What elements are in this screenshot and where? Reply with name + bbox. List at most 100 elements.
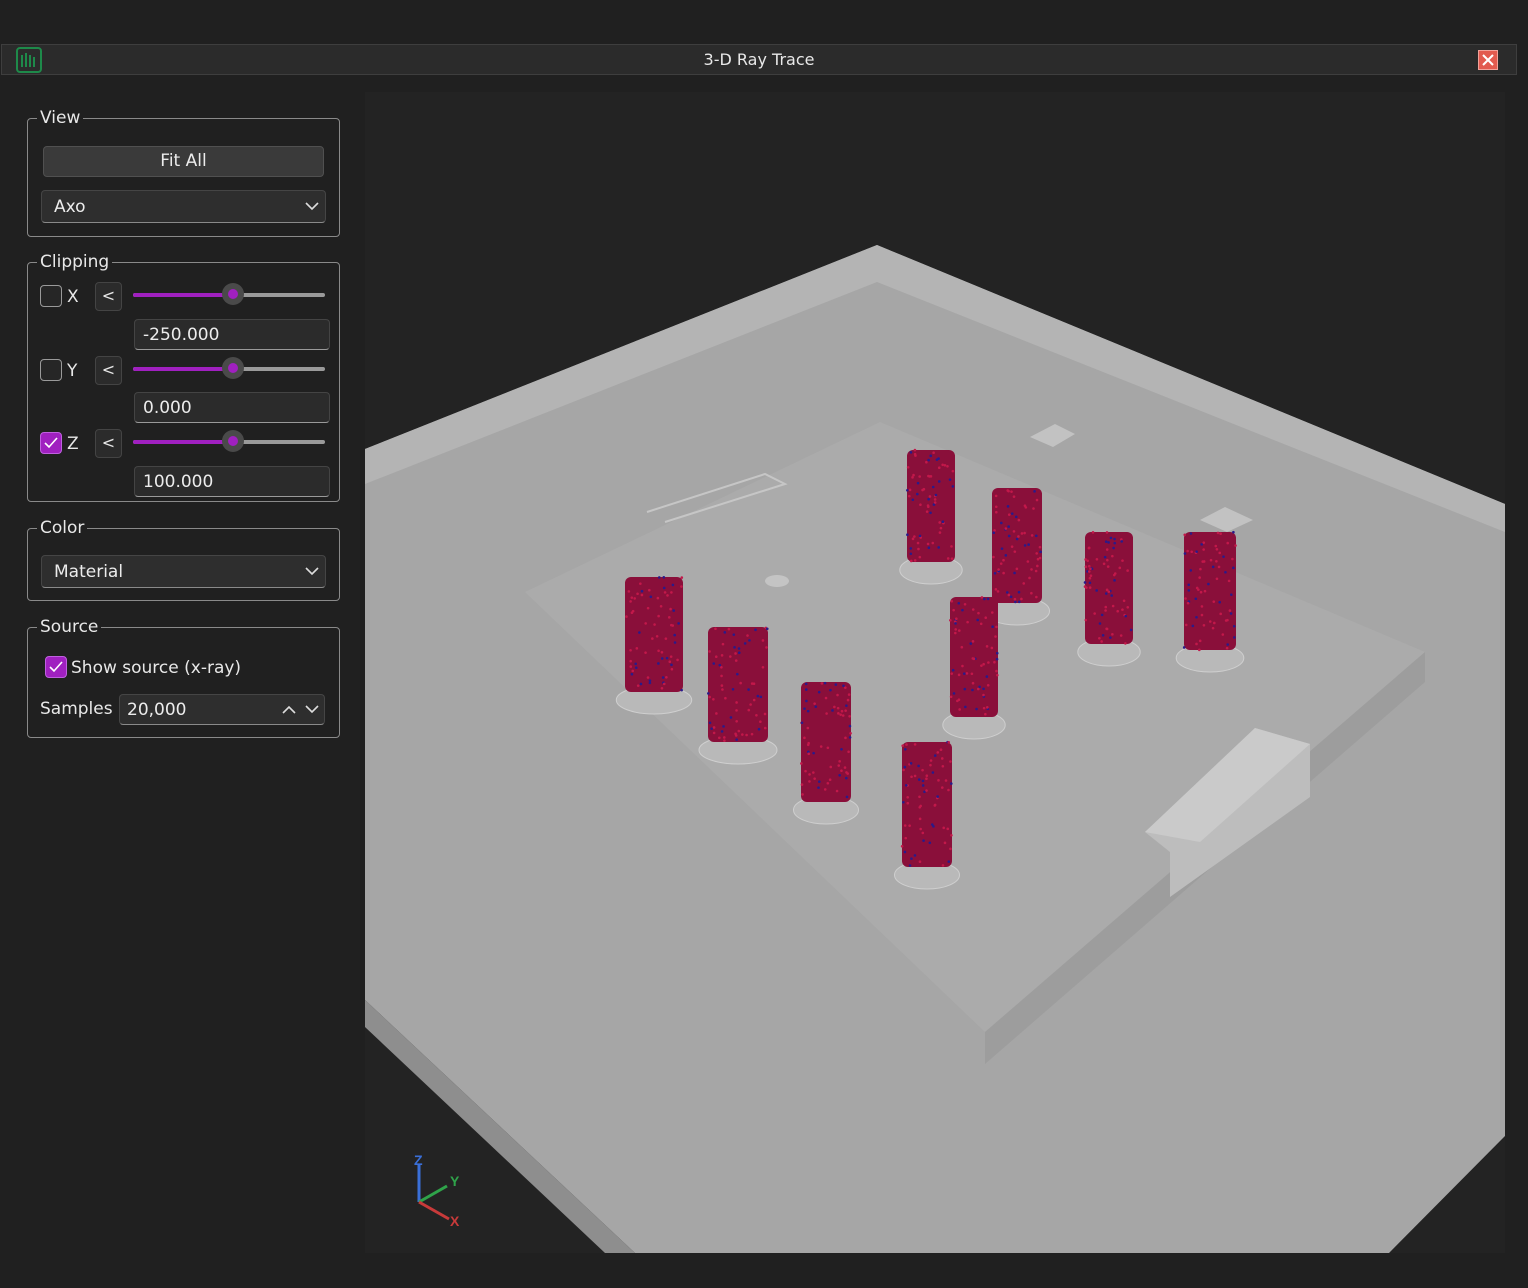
clip-x-slider[interactable] — [133, 283, 325, 305]
3d-viewport[interactable]: Z Y X — [365, 92, 1505, 1253]
color-mode-select[interactable]: Material — [41, 555, 326, 588]
particle-dot — [983, 597, 986, 601]
particle-dot — [905, 743, 908, 746]
particle-dot — [1083, 581, 1087, 584]
particle-dot — [952, 608, 955, 612]
clip-z-slider-thumb[interactable] — [221, 430, 244, 452]
particle-dot — [1218, 551, 1222, 555]
clip-y-direction-button[interactable]: < — [95, 356, 122, 385]
chevron-down-icon[interactable] — [305, 705, 319, 714]
particle-dot — [917, 764, 920, 768]
particle-dot — [921, 831, 925, 835]
clip-x-value-field[interactable]: -250.000 — [134, 319, 330, 350]
particle-dot — [919, 827, 922, 831]
particle-dot — [839, 713, 843, 716]
particle-dot — [954, 622, 957, 625]
particle-dot — [929, 511, 932, 515]
particle-dot — [1184, 597, 1187, 600]
clip-z-slider[interactable] — [133, 430, 325, 452]
clip-x-checkbox[interactable] — [40, 285, 62, 307]
particle-dot — [954, 628, 957, 631]
particle-dot — [921, 488, 924, 492]
particle-dot — [1231, 557, 1234, 561]
particle-dot — [820, 682, 824, 685]
particle-dot — [957, 601, 961, 605]
clip-x-direction-button[interactable]: < — [95, 282, 122, 311]
particle-dot — [943, 841, 947, 845]
particle-dot — [765, 627, 769, 631]
particle-dot — [982, 687, 985, 691]
particle-dot — [668, 660, 672, 663]
particle-dot — [918, 860, 922, 863]
particle-dot — [913, 452, 917, 456]
particle-dot — [906, 801, 910, 805]
particle-column — [707, 626, 769, 742]
particle-dot — [1217, 565, 1221, 569]
particle-dot — [904, 836, 908, 840]
particle-dot — [931, 485, 935, 489]
particle-dot — [721, 642, 725, 646]
particle-dot — [718, 736, 721, 740]
particle-dot — [913, 743, 917, 746]
particle-dot — [823, 788, 827, 791]
view-projection-select[interactable]: Axo — [41, 190, 326, 223]
clip-z-value-field[interactable]: 100.000 — [134, 466, 330, 497]
particle-dot — [1219, 612, 1223, 616]
particle-dot — [847, 693, 851, 696]
particle-dot — [925, 789, 928, 792]
particle-dot — [1198, 576, 1201, 579]
particle-dot — [804, 688, 808, 691]
particle-dot — [947, 740, 951, 744]
clip-y-slider-thumb[interactable] — [221, 357, 244, 379]
particle-dot — [676, 658, 679, 662]
particle-dot — [1195, 642, 1198, 646]
particle-dot — [971, 640, 975, 643]
particle-dot — [1232, 530, 1235, 534]
chevron-up-icon[interactable] — [282, 705, 296, 714]
clip-z-checkbox[interactable] — [40, 432, 62, 454]
particle-dot — [926, 542, 930, 546]
particle-dot — [999, 562, 1003, 565]
particle-dot — [1199, 590, 1203, 594]
particle-dot — [958, 708, 961, 711]
clip-y-label: Y — [67, 361, 78, 381]
clip-x-value: -250.000 — [143, 325, 220, 345]
particle-dot — [963, 602, 967, 606]
particle-dot — [927, 546, 931, 549]
particle-dot — [836, 693, 839, 697]
particle-dot — [919, 503, 922, 506]
particle-dot — [660, 657, 664, 660]
checkmark-icon — [44, 437, 58, 449]
clip-y-checkbox[interactable] — [40, 359, 62, 381]
particle-dot — [965, 672, 969, 675]
particle-dot — [1103, 555, 1107, 559]
clip-y-value-field[interactable]: 0.000 — [134, 392, 330, 423]
particle-dot — [669, 655, 673, 658]
clip-x-slider-thumb[interactable] — [221, 283, 244, 305]
particle-dot — [925, 777, 928, 781]
particle-dot — [966, 620, 969, 624]
show-source-checkbox[interactable] — [45, 656, 67, 678]
samples-spinbox[interactable]: 20,000 — [119, 694, 325, 725]
particle-dot — [906, 533, 909, 537]
particle-dot — [829, 765, 833, 769]
particle-dot — [747, 708, 751, 712]
particle-dot — [735, 719, 738, 723]
particle-dot — [1218, 600, 1222, 604]
particle-dot — [1211, 565, 1215, 569]
particle-dot — [1190, 550, 1194, 554]
clip-z-direction-button[interactable]: < — [95, 429, 122, 458]
particle-dot — [1107, 541, 1110, 544]
clip-y-slider[interactable] — [133, 357, 325, 379]
particle-dot — [1201, 560, 1205, 563]
close-button[interactable] — [1478, 50, 1498, 70]
particle-dot — [735, 709, 738, 712]
particle-dot — [1089, 574, 1093, 578]
particle-dot — [928, 495, 932, 498]
particle-dot — [932, 825, 935, 828]
fit-all-button[interactable]: Fit All — [43, 146, 324, 177]
particle-dot — [1015, 567, 1019, 571]
particle-dot — [1027, 543, 1030, 546]
particle-dot — [1100, 640, 1103, 643]
particle-dot — [928, 841, 932, 845]
